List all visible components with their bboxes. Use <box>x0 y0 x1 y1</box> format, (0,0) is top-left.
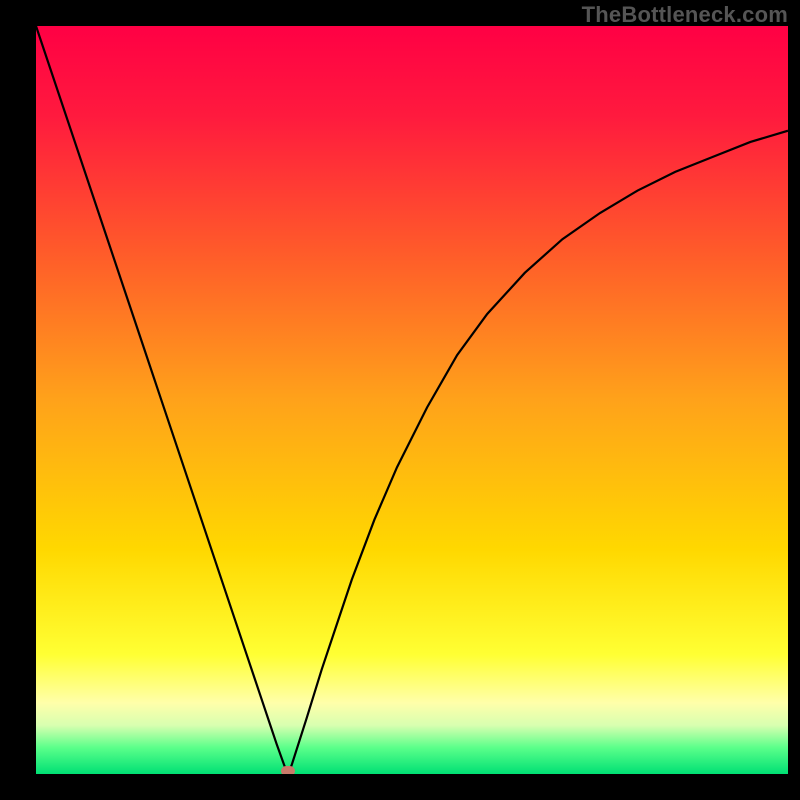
x-axis <box>36 774 788 778</box>
chart-container: TheBottleneck.com <box>0 0 800 800</box>
minimum-marker <box>281 766 295 774</box>
watermark-text: TheBottleneck.com <box>582 2 788 28</box>
curve-line <box>36 26 788 774</box>
plot-area <box>36 26 788 774</box>
